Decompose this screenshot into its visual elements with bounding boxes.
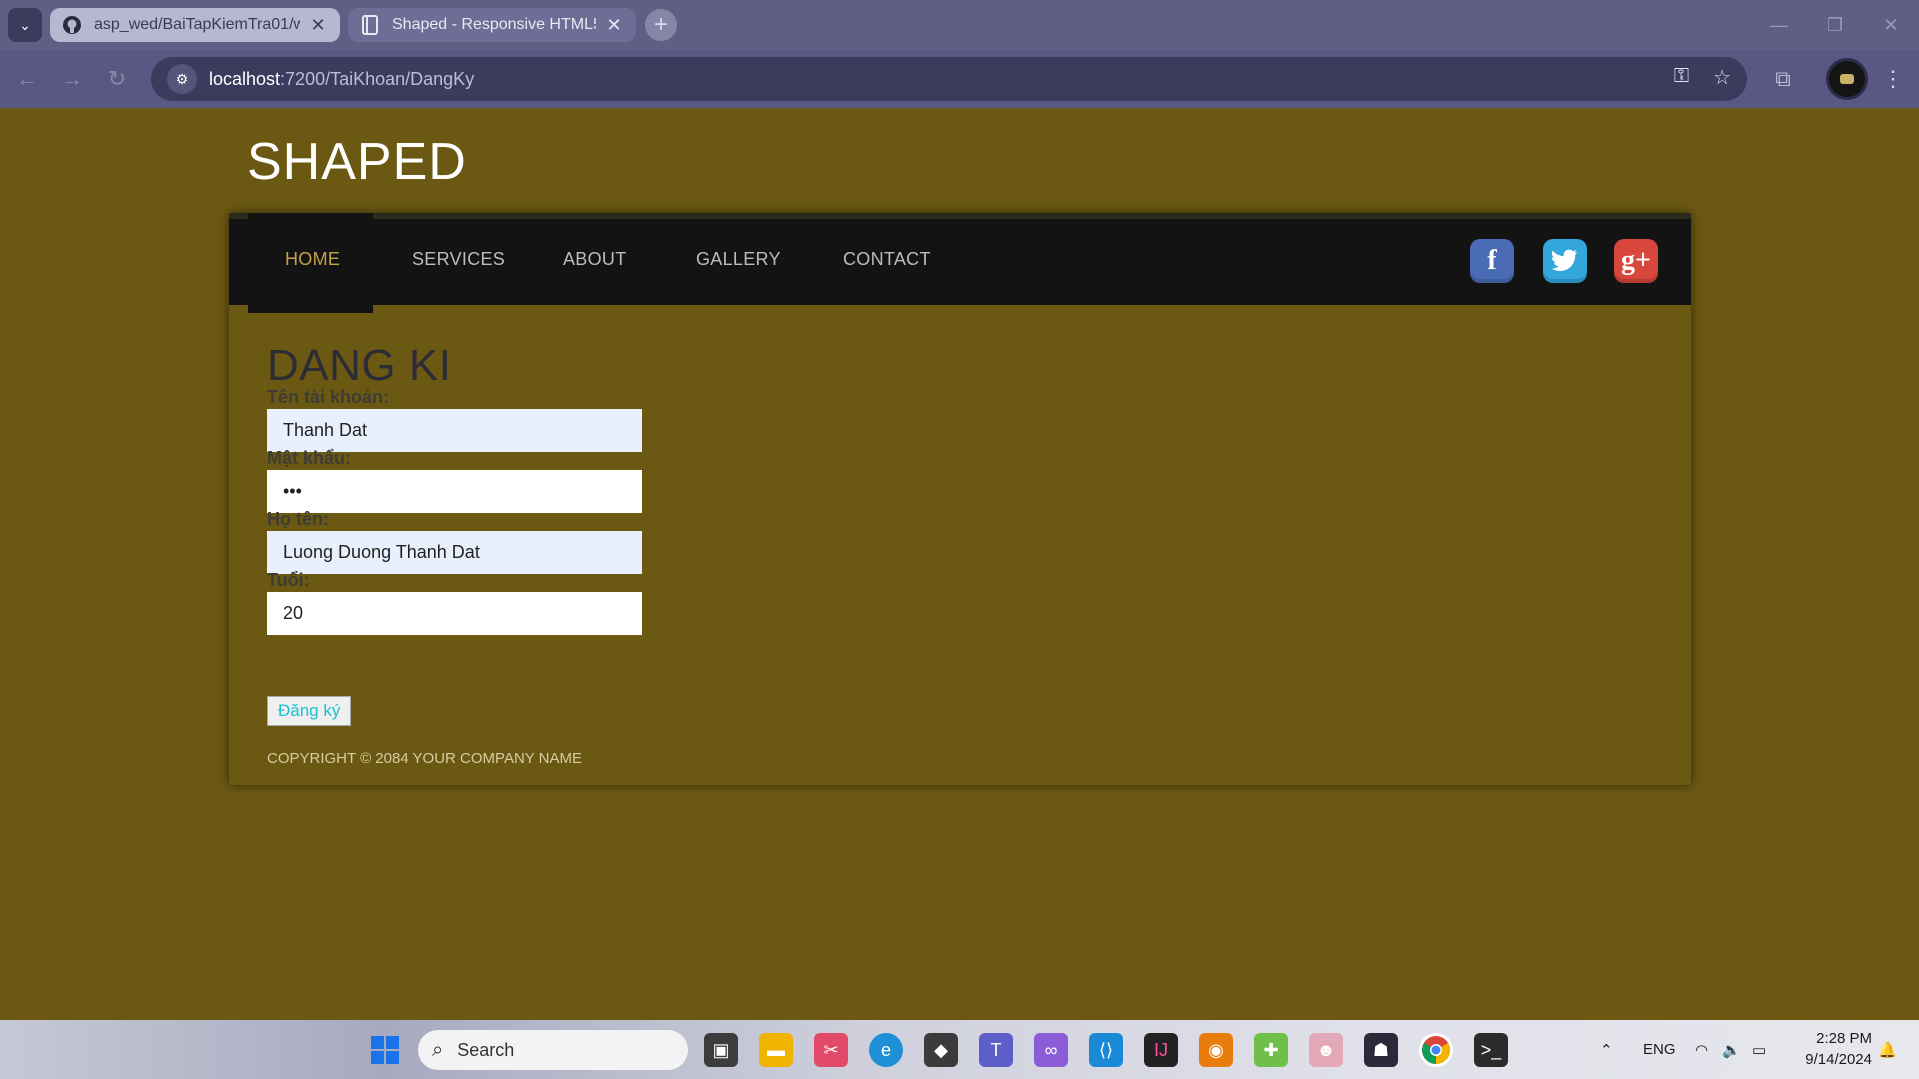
nav-contact[interactable]: CONTACT [843, 249, 931, 270]
visual-studio-icon[interactable]: ∞ [1034, 1033, 1068, 1067]
register-button[interactable]: Đăng ký [267, 696, 352, 726]
site-info-icon[interactable]: ⚙ [167, 64, 197, 94]
terminal-icon[interactable]: >_ [1474, 1033, 1508, 1067]
search-icon: ⌕ [432, 1038, 444, 1061]
file-explorer-icon[interactable]: ▬ [759, 1033, 793, 1067]
notification-bell-icon[interactable]: 🔔 [1878, 1020, 1897, 1079]
fullname-field[interactable] [267, 531, 642, 574]
google-plus-icon[interactable]: g+ [1614, 239, 1658, 283]
tab-title: asp_wed/BaiTapKiemTra01/www [94, 16, 300, 33]
content-container: HOME SERVICES ABOUT GALLERY CONTACT f g+… [229, 213, 1691, 785]
nav-gallery[interactable]: GALLERY [696, 249, 781, 270]
blender-icon[interactable]: ◉ [1199, 1033, 1233, 1067]
chrome-icon[interactable] [1419, 1033, 1453, 1067]
clock-time: 2:28 PM [1816, 1030, 1872, 1047]
nav-about[interactable]: ABOUT [563, 249, 627, 270]
new-tab-button[interactable]: + [645, 9, 677, 41]
system-clock[interactable]: 2:28 PM 9/14/2024 [1780, 1028, 1872, 1070]
profile-avatar[interactable] [1826, 58, 1868, 100]
twitter-icon[interactable] [1543, 239, 1587, 283]
battery-icon[interactable]: ▭ [1752, 1020, 1766, 1079]
close-tab-icon[interactable]: ✕ [604, 15, 624, 36]
page-title: DANG KI [267, 341, 452, 390]
vscode-icon[interactable]: ⟨⟩ [1089, 1033, 1123, 1067]
address-bar[interactable]: ⚙ localhost:7200/TaiKhoan/DangKy ⚿ ☆ [151, 57, 1747, 101]
wifi-icon[interactable]: ◠ [1695, 1020, 1708, 1079]
close-tab-icon[interactable]: ✕ [308, 15, 328, 36]
footer-copyright: COPYRIGHT © 2084 YOUR COMPANY NAME [267, 750, 583, 767]
close-window-icon[interactable]: ✕ [1863, 0, 1919, 50]
taskbar-search[interactable]: ⌕ Search [418, 1030, 688, 1070]
os-taskbar: ⌕ Search ▣ ▬ ✂ e ◆ T ∞ ⟨⟩ IJ ◉ ✚ ☻ ☗ >_ … [0, 1020, 1919, 1079]
tab-search-button[interactable]: ⌄ [8, 8, 42, 42]
password-label: Mật khẩu: [267, 448, 352, 468]
nav-home[interactable]: HOME [285, 249, 340, 270]
app-tool-icon[interactable]: ✚ [1254, 1033, 1288, 1067]
unity-icon[interactable]: ◆ [924, 1033, 958, 1067]
password-key-icon[interactable]: ⚿ [1674, 65, 1689, 90]
reload-icon[interactable]: ↻ [100, 62, 134, 96]
forward-icon[interactable]: → [55, 62, 89, 96]
restore-icon[interactable]: ❐ [1807, 0, 1863, 50]
search-placeholder: Search [457, 1039, 515, 1060]
minimize-icon[interactable]: — [1751, 0, 1807, 50]
input-language[interactable]: ENG [1643, 1020, 1676, 1079]
username-label: Tên tài khoản: [267, 387, 390, 407]
windows-start-icon[interactable] [368, 1033, 402, 1067]
fullname-label: Họ tên: [267, 509, 329, 529]
anime-app-icon[interactable]: ☻ [1309, 1033, 1343, 1067]
jetbrains-icon[interactable]: IJ [1144, 1033, 1178, 1067]
more-menu-icon[interactable]: ⋮ [1880, 62, 1906, 96]
username-field[interactable] [267, 409, 642, 452]
nav-services[interactable]: SERVICES [412, 249, 505, 270]
web-page: SHAPED HOME SERVICES ABOUT GALLERY CONTA… [0, 108, 1919, 1020]
site-logo[interactable]: SHAPED [247, 132, 467, 192]
age-label: Tuổi: [267, 570, 310, 590]
task-view-icon[interactable]: ▣ [704, 1033, 738, 1067]
tab-title: Shaped - Responsive HTML5 Te [392, 16, 596, 33]
edge-icon[interactable]: e [869, 1033, 903, 1067]
browser-tab-strip: ⌄ asp_wed/BaiTapKiemTra01/www ✕ Shaped -… [0, 0, 1919, 50]
facebook-icon[interactable]: f [1470, 239, 1514, 283]
age-field[interactable] [267, 592, 642, 635]
page-icon [360, 15, 380, 35]
tray-chevron-icon[interactable]: ⌃ [1600, 1020, 1613, 1079]
bookmark-star-icon[interactable]: ☆ [1713, 65, 1731, 90]
main-nav: HOME SERVICES ABOUT GALLERY CONTACT f g+ [229, 213, 1691, 313]
url-path: :7200/TaiKhoan/DangKy [280, 68, 475, 89]
snipping-tool-icon[interactable]: ✂ [814, 1033, 848, 1067]
teams-icon[interactable]: T [979, 1033, 1013, 1067]
browser-tab-github[interactable]: asp_wed/BaiTapKiemTra01/www ✕ [50, 8, 340, 42]
browser-tab-shaped[interactable]: Shaped - Responsive HTML5 Te ✕ [348, 8, 636, 42]
clock-date: 9/14/2024 [1805, 1051, 1872, 1068]
browser-toolbar: ← → ↻ ⚙ localhost:7200/TaiKhoan/DangKy ⚿… [0, 50, 1919, 108]
github-icon [62, 15, 82, 35]
url-host: localhost [209, 68, 281, 89]
window-controls: — ❐ ✕ [1751, 0, 1919, 50]
password-field[interactable] [267, 470, 642, 513]
extensions-icon[interactable]: ⧉ [1766, 62, 1800, 96]
back-icon[interactable]: ← [10, 62, 44, 96]
game-app-icon[interactable]: ☗ [1364, 1033, 1398, 1067]
volume-icon[interactable]: 🔈 [1722, 1020, 1741, 1079]
